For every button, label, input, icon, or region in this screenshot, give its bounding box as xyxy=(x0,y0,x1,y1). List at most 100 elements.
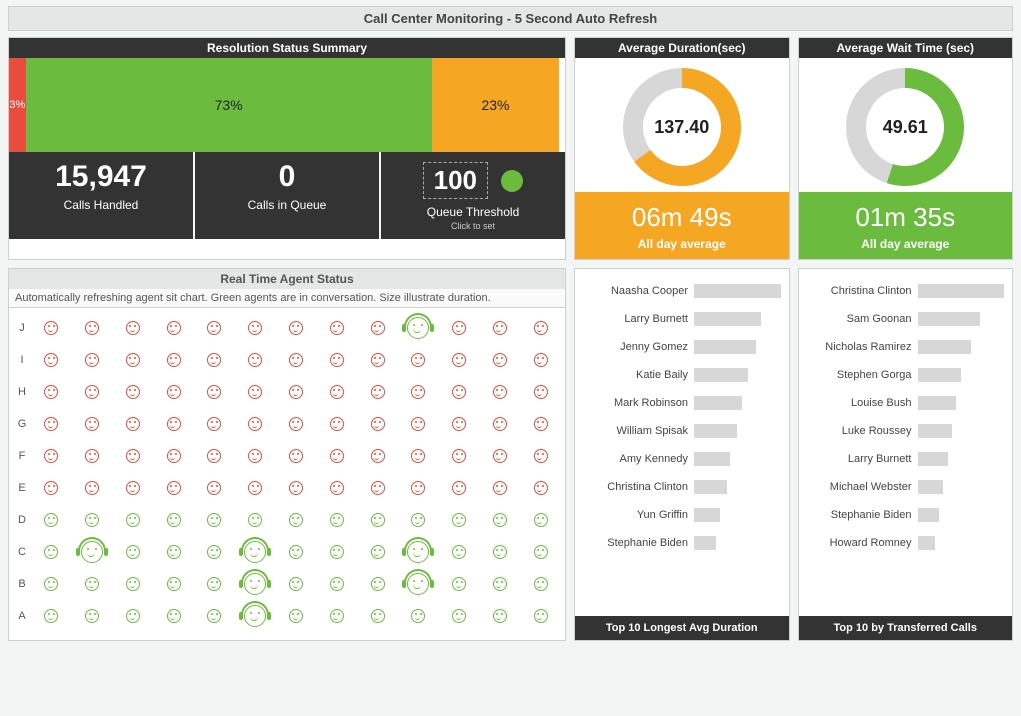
agent-cell[interactable] xyxy=(235,605,276,627)
agent-cell[interactable] xyxy=(153,385,194,399)
agent-cell[interactable] xyxy=(398,481,439,495)
agent-cell[interactable] xyxy=(235,573,276,595)
metric-queue-threshold[interactable]: 100 Queue Threshold Click to set xyxy=(381,152,565,239)
agent-cell[interactable] xyxy=(357,449,398,463)
agent-cell[interactable] xyxy=(479,541,520,563)
agent-cell[interactable] xyxy=(439,317,480,339)
agent-cell[interactable] xyxy=(276,417,317,431)
agent-cell[interactable] xyxy=(194,417,235,431)
agent-cell[interactable] xyxy=(276,573,317,595)
agent-cell[interactable] xyxy=(439,541,480,563)
agent-cell[interactable] xyxy=(398,513,439,527)
agent-cell[interactable] xyxy=(357,417,398,431)
agent-cell[interactable] xyxy=(153,481,194,495)
agent-cell[interactable] xyxy=(398,605,439,627)
agent-cell[interactable] xyxy=(316,417,357,431)
agent-cell[interactable] xyxy=(31,541,72,563)
agent-cell[interactable] xyxy=(439,481,480,495)
agent-cell[interactable] xyxy=(520,513,561,527)
agent-cell[interactable] xyxy=(398,417,439,431)
agent-cell[interactable] xyxy=(520,449,561,463)
agent-cell[interactable] xyxy=(113,513,154,527)
agent-cell[interactable] xyxy=(398,385,439,399)
agent-cell[interactable] xyxy=(479,385,520,399)
agent-cell[interactable] xyxy=(72,605,113,627)
agent-cell[interactable] xyxy=(31,417,72,431)
agent-cell[interactable] xyxy=(153,417,194,431)
agent-cell[interactable] xyxy=(72,417,113,431)
agent-cell[interactable] xyxy=(113,449,154,463)
agent-cell[interactable] xyxy=(72,353,113,367)
agent-cell[interactable] xyxy=(194,541,235,563)
agent-cell[interactable] xyxy=(276,605,317,627)
agent-cell[interactable] xyxy=(113,541,154,563)
agent-cell[interactable] xyxy=(276,385,317,399)
agent-cell[interactable] xyxy=(113,605,154,627)
agent-cell[interactable] xyxy=(72,449,113,463)
agent-cell[interactable] xyxy=(194,573,235,595)
agent-cell[interactable] xyxy=(113,573,154,595)
agent-cell[interactable] xyxy=(479,417,520,431)
agent-cell[interactable] xyxy=(439,417,480,431)
agent-cell[interactable] xyxy=(316,481,357,495)
agent-cell[interactable] xyxy=(72,481,113,495)
agent-cell[interactable] xyxy=(31,353,72,367)
agent-cell[interactable] xyxy=(357,605,398,627)
agent-cell[interactable] xyxy=(31,573,72,595)
agent-cell[interactable] xyxy=(153,353,194,367)
agent-cell[interactable] xyxy=(194,317,235,339)
agent-cell[interactable] xyxy=(398,573,439,595)
agent-cell[interactable] xyxy=(357,513,398,527)
agent-cell[interactable] xyxy=(316,513,357,527)
agent-cell[interactable] xyxy=(153,317,194,339)
agent-cell[interactable] xyxy=(357,481,398,495)
agent-cell[interactable] xyxy=(316,573,357,595)
agent-cell[interactable] xyxy=(153,513,194,527)
agent-cell[interactable] xyxy=(316,353,357,367)
agent-cell[interactable] xyxy=(357,541,398,563)
agent-cell[interactable] xyxy=(113,481,154,495)
agent-cell[interactable] xyxy=(276,541,317,563)
agent-cell[interactable] xyxy=(520,317,561,339)
agent-cell[interactable] xyxy=(398,449,439,463)
agent-cell[interactable] xyxy=(31,605,72,627)
agent-cell[interactable] xyxy=(31,449,72,463)
agent-cell[interactable] xyxy=(479,513,520,527)
agent-cell[interactable] xyxy=(276,353,317,367)
agent-cell[interactable] xyxy=(439,353,480,367)
agent-cell[interactable] xyxy=(398,541,439,563)
agent-cell[interactable] xyxy=(520,385,561,399)
agent-cell[interactable] xyxy=(316,541,357,563)
agent-cell[interactable] xyxy=(194,481,235,495)
agent-cell[interactable] xyxy=(276,449,317,463)
agent-cell[interactable] xyxy=(235,385,276,399)
agent-cell[interactable] xyxy=(520,573,561,595)
agent-cell[interactable] xyxy=(398,317,439,339)
agent-cell[interactable] xyxy=(357,385,398,399)
agent-cell[interactable] xyxy=(235,317,276,339)
agent-cell[interactable] xyxy=(194,513,235,527)
agent-cell[interactable] xyxy=(316,449,357,463)
queue-threshold-value[interactable]: 100 xyxy=(423,162,488,199)
agent-cell[interactable] xyxy=(235,481,276,495)
agent-cell[interactable] xyxy=(357,353,398,367)
agent-cell[interactable] xyxy=(72,573,113,595)
agent-cell[interactable] xyxy=(72,541,113,563)
agent-cell[interactable] xyxy=(235,541,276,563)
agent-cell[interactable] xyxy=(235,417,276,431)
agent-cell[interactable] xyxy=(276,481,317,495)
agent-cell[interactable] xyxy=(113,317,154,339)
agent-cell[interactable] xyxy=(113,385,154,399)
agent-cell[interactable] xyxy=(72,317,113,339)
agent-cell[interactable] xyxy=(520,481,561,495)
agent-cell[interactable] xyxy=(235,449,276,463)
agent-cell[interactable] xyxy=(520,417,561,431)
agent-cell[interactable] xyxy=(194,353,235,367)
agent-cell[interactable] xyxy=(194,449,235,463)
agent-cell[interactable] xyxy=(113,417,154,431)
agent-cell[interactable] xyxy=(439,573,480,595)
agent-cell[interactable] xyxy=(398,353,439,367)
agent-cell[interactable] xyxy=(153,573,194,595)
agent-cell[interactable] xyxy=(479,573,520,595)
agent-cell[interactable] xyxy=(113,353,154,367)
